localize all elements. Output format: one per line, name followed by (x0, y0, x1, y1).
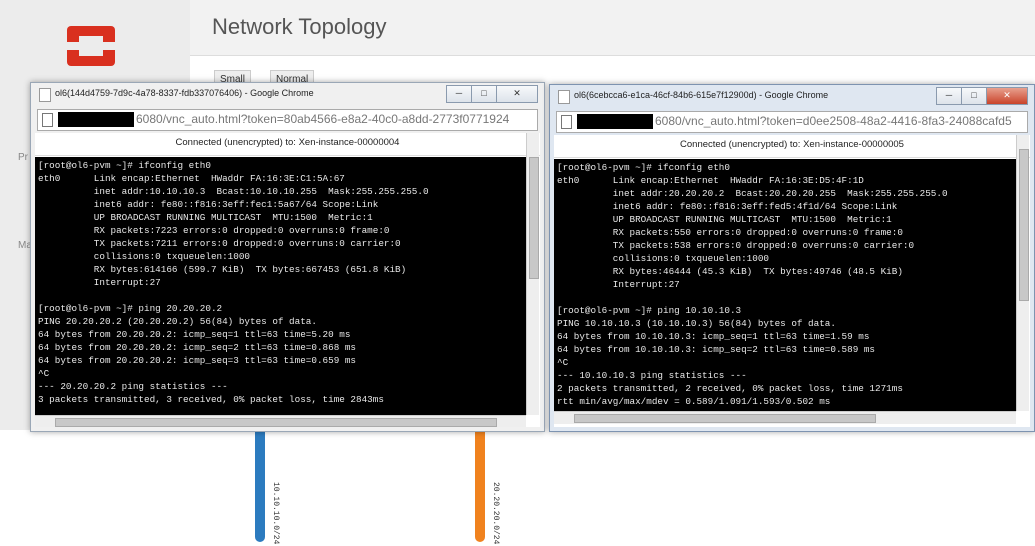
page-icon (39, 88, 51, 102)
openstack-logo-icon (67, 26, 115, 66)
vnc-terminal[interactable]: [root@ol6-pvm ~]# ifconfig eth0 eth0 Lin… (554, 159, 1016, 411)
horizontal-scrollbar[interactable] (35, 415, 526, 427)
network-label-20: 20.20.20.0/24 (491, 482, 500, 545)
maximize-button[interactable]: □ (471, 85, 497, 103)
network-bar-20[interactable] (475, 420, 485, 542)
minimize-button[interactable]: ─ (936, 87, 962, 105)
vnc-window-instance-5[interactable]: ol6(6cebcca6-e1ca-46cf-84b6-615e7f12900d… (549, 84, 1035, 432)
vnc-terminal[interactable]: [root@ol6-pvm ~]# ifconfig eth0 eth0 Lin… (35, 157, 526, 415)
page-title: Network Topology (212, 14, 387, 39)
address-bar[interactable]: 6080/vnc_auto.html?token=80ab4566-e8a2-4… (37, 109, 538, 131)
vnc-viewport[interactable]: Connected (unencrypted) to: Xen-instance… (554, 135, 1030, 427)
vertical-scrollbar[interactable] (526, 133, 539, 415)
vnc-status: Connected (unencrypted) to: Xen-instance… (554, 135, 1030, 158)
terminal-output: [root@ol6-pvm ~]# ifconfig eth0 eth0 Lin… (557, 162, 948, 407)
scrollbar-thumb[interactable] (55, 418, 497, 427)
window-titlebar[interactable]: ol6(6cebcca6-e1ca-46cf-84b6-615e7f12900d… (550, 85, 1034, 109)
network-label-10: 10.10.10.0/24 (271, 482, 280, 545)
scrollbar-thumb[interactable] (574, 414, 876, 423)
sidebar-fragment-project[interactable]: Pr (18, 152, 28, 163)
terminal-output: [root@ol6-pvm ~]# ifconfig eth0 eth0 Lin… (38, 160, 429, 405)
window-title: ol6(144d4759-7d9c-4a78-8337-fdb337076406… (55, 88, 314, 98)
address-bar[interactable]: 6080/vnc_auto.html?token=d0ee2508-48a2-4… (556, 111, 1028, 133)
document-icon (561, 115, 572, 129)
vnc-window-instance-4[interactable]: ol6(144d4759-7d9c-4a78-8337-fdb337076406… (30, 82, 545, 432)
horizontal-scrollbar[interactable] (554, 411, 1016, 424)
redacted-host (58, 112, 134, 127)
close-button[interactable]: ✕ (986, 87, 1028, 105)
scrollbar-thumb[interactable] (529, 157, 539, 279)
redacted-host (577, 114, 653, 129)
window-titlebar[interactable]: ol6(144d4759-7d9c-4a78-8337-fdb337076406… (31, 83, 544, 107)
window-title: ol6(6cebcca6-e1ca-46cf-84b6-615e7f12900d… (574, 90, 829, 100)
scrollbar-thumb[interactable] (1019, 149, 1029, 301)
maximize-button[interactable]: □ (961, 87, 987, 105)
vnc-status: Connected (unencrypted) to: Xen-instance… (35, 133, 540, 156)
vnc-viewport[interactable]: Connected (unencrypted) to: Xen-instance… (35, 133, 540, 427)
network-bar-10[interactable] (255, 420, 265, 542)
address-url[interactable]: 6080/vnc_auto.html?token=d0ee2508-48a2-4… (655, 114, 1027, 128)
minimize-button[interactable]: ─ (446, 85, 472, 103)
close-button[interactable]: ✕ (496, 85, 538, 103)
address-url[interactable]: 6080/vnc_auto.html?token=80ab4566-e8a2-4… (136, 112, 541, 126)
document-icon (42, 113, 53, 127)
page-icon (558, 90, 570, 104)
vertical-scrollbar[interactable] (1016, 135, 1029, 411)
